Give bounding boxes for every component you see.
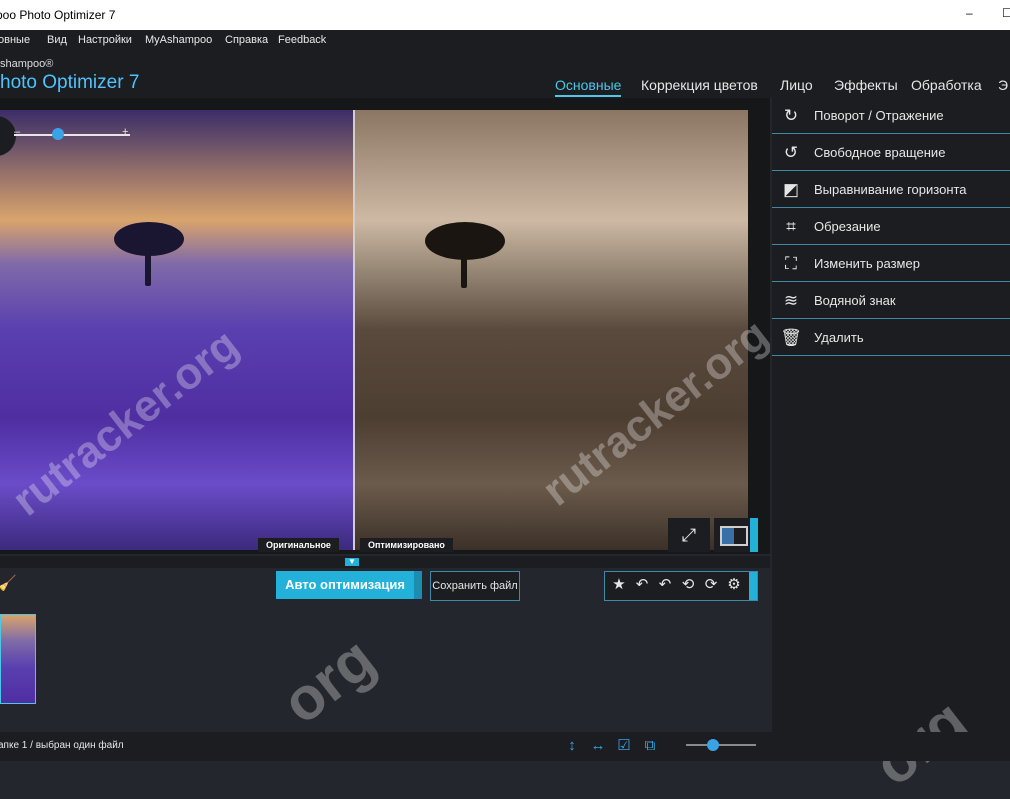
tab-face[interactable]: Лицо [780,77,813,93]
tools-dropdown-arrow[interactable] [749,572,757,600]
menu-main[interactable]: овные [0,34,30,46]
tab-basics[interactable]: Основные [555,77,622,97]
free-rotate-icon: ↺ [783,143,799,162]
compare-dropdown-arrow[interactable] [750,518,758,552]
optimized-label: Оптимизировано [360,538,453,552]
panel-item-label: Удалить [814,330,864,345]
brand-small: shampoo® [0,58,54,70]
chevron-down-icon[interactable]: ▼ [345,558,359,566]
panel-item-horizon[interactable]: ◩ Выравнивание горизонта [772,172,1010,208]
status-text: апке 1 / выбран один файл [0,740,124,751]
zoom-slider-track[interactable] [14,134,130,136]
resize-icon: ⛶ [785,254,797,273]
fullscreen-icon[interactable]: ⤢ [668,518,710,552]
panel-item-label: Поворот / Отражение [814,108,944,123]
brand-title: hoto Optimizer 7 [0,72,140,93]
edit-tools-group: ★ ↶ ↶ ⟲ ⟳ ⚙ [604,571,758,601]
crop-icon: ⌗ [786,217,796,236]
window-title: poo Photo Optimizer 7 [0,8,116,22]
horizon-icon: ◩ [782,180,800,199]
select-all-icon[interactable]: ☑ [614,737,634,755]
title-bar: poo Photo Optimizer 7 – ☐ [0,0,1010,30]
rotate-icon: ↻ [783,106,799,125]
save-file-button[interactable]: Сохранить файл [430,571,520,601]
menu-settings[interactable]: Настройки [78,34,132,46]
fit-vertical-icon[interactable]: ↕ [562,737,582,755]
settings-icon[interactable]: ⚙ [724,574,744,596]
undo-icon[interactable]: ↶ [632,574,652,596]
original-label: Оригинальное [258,538,339,552]
image-thumbnail[interactable] [0,614,36,704]
split-view-icon [720,526,748,546]
minimize-button[interactable]: – [966,6,973,20]
menu-feedback[interactable]: Feedback [278,34,326,46]
thumbnail-size-slider-track[interactable] [686,744,756,746]
watermark-icon: ≋ [783,291,799,310]
zoom-minus-button[interactable]: – [14,126,20,138]
menu-help[interactable]: Справка [225,34,268,46]
watermark-text: org [269,624,388,737]
image-canvas: Оригинальное Оптимизировано – + ⤢ rutrac… [0,98,770,554]
zoom-slider-knob[interactable] [52,128,64,140]
fit-horizontal-icon[interactable]: ↔ [588,737,608,755]
panel-item-watermark[interactable]: ≋ Водяной знак [772,283,1010,319]
thumbnail-size-slider-knob[interactable] [707,739,719,751]
panel-item-label: Водяной знак [814,293,896,308]
tab-color-correction[interactable]: Коррекция цветов [641,77,758,93]
auto-optimize-button[interactable]: Авто оптимизация [276,571,414,599]
tab-processing[interactable]: Обработка [911,77,982,93]
filmstrip-expander: ▼ [0,556,770,568]
panel-item-crop[interactable]: ⌗ Обрезание [772,209,1010,245]
select-frame-icon[interactable]: ⧉ [640,737,660,755]
panel-item-label: Свободное вращение [814,145,946,160]
compare-divider[interactable] [353,110,355,550]
panel-item-delete[interactable]: 🗑 Удалить [772,320,1010,356]
menu-view[interactable]: Вид [47,34,67,46]
zoom-plus-button[interactable]: + [122,126,128,138]
maximize-button[interactable]: ☐ [1002,6,1010,20]
filmstrip: org [0,606,770,737]
rotate-right-90-icon[interactable]: ⟳ [701,574,721,596]
panel-item-label: Обрезание [814,219,881,234]
auto-optimize-dropdown[interactable] [414,571,422,599]
rotate-left-90-icon[interactable]: ⟲ [678,574,698,596]
tools-panel: ↻ Поворот / Отражение ↺ Свободное вращен… [772,98,1010,799]
trash-icon: 🗑 [780,328,802,347]
panel-item-label: Выравнивание горизонта [814,182,967,197]
panel-item-label: Изменить размер [814,256,920,271]
menu-myashampoo[interactable]: MyAshampoo [145,34,212,46]
favorite-icon[interactable]: ★ [609,574,629,596]
tab-effects[interactable]: Эффекты [834,77,898,93]
app-header: shampoo® hoto Optimizer 7 Основные Корре… [0,52,1010,98]
tree-trunk [461,252,467,288]
undo-all-icon[interactable]: ↶ [655,574,675,596]
status-bar: апке 1 / выбран один файл ↕ ↔ ☑ ⧉ [0,732,1010,761]
tree-trunk [145,250,151,286]
panel-item-resize[interactable]: ⛶ Изменить размер [772,246,1010,282]
panel-item-free-rotate[interactable]: ↺ Свободное вращение [772,135,1010,171]
tab-more[interactable]: Э [998,77,1008,93]
compare-mode-button[interactable] [714,518,758,552]
broom-icon[interactable]: 🧹 [0,574,17,594]
panel-item-rotate-flip[interactable]: ↻ Поворот / Отражение [772,98,1010,134]
menu-bar: овные Вид Настройки MyAshampoo Справка F… [0,30,1010,52]
